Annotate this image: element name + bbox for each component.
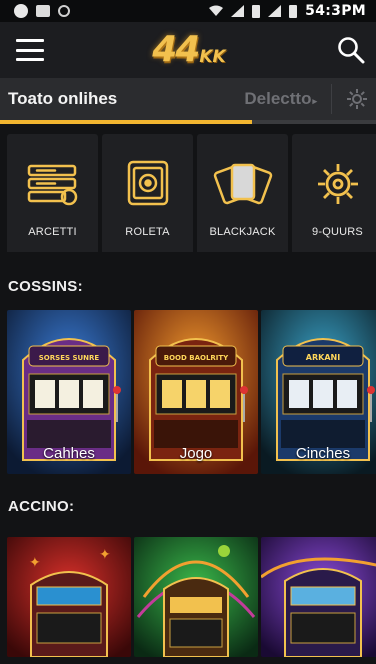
category-label: 9-QUURS bbox=[312, 226, 363, 238]
slot-sign-text: SORSES SUNRE bbox=[39, 354, 100, 362]
chevron-right-icon: ▸ bbox=[312, 96, 317, 106]
section-title-cossins: COSSINS: bbox=[8, 278, 83, 295]
settings-gear-icon[interactable] bbox=[346, 88, 368, 110]
logo-number: 44 bbox=[152, 29, 200, 70]
divider bbox=[331, 84, 332, 114]
game-card[interactable]: ✦ ✦ bbox=[7, 537, 131, 657]
progress-fill bbox=[0, 120, 252, 124]
game-title: Cinches bbox=[295, 445, 351, 462]
filter-bar: Toato onlihes Delectto▸ bbox=[0, 78, 376, 120]
category-select-label: Delectto bbox=[244, 89, 312, 108]
category-label: ROLETA bbox=[125, 226, 170, 238]
game-row: ✦ ✦ bbox=[0, 537, 376, 657]
status-bar: 54:3PM bbox=[0, 0, 376, 22]
page-title: Toato onlihes bbox=[8, 89, 118, 108]
status-time: 54:3PM bbox=[305, 3, 366, 19]
game-card-jogo[interactable]: BOOD BAOLRITY Jogo bbox=[134, 310, 258, 474]
game-card[interactable] bbox=[261, 537, 376, 657]
app-header: 44 KK bbox=[0, 22, 376, 78]
game-card[interactable] bbox=[134, 537, 258, 657]
game-card-cinches[interactable]: ARKANI Cinches bbox=[261, 310, 376, 474]
category-row: ARCETTI ROLETA BLACKJACK 9-QUURS bbox=[0, 124, 376, 252]
roulette-icon bbox=[127, 160, 168, 206]
game-title: Jogo bbox=[179, 445, 213, 462]
svg-text:✦: ✦ bbox=[99, 547, 111, 563]
search-button[interactable] bbox=[334, 33, 368, 67]
search-icon bbox=[338, 37, 365, 64]
slot-sign-text: ARKANI bbox=[306, 353, 340, 362]
sd-card-icon bbox=[252, 4, 261, 18]
sync-notification-icon bbox=[58, 5, 70, 17]
gallery-notification-icon bbox=[36, 5, 50, 17]
gear-icon bbox=[317, 164, 358, 204]
game-title: Cahhes bbox=[43, 445, 95, 462]
signal-bars-icon bbox=[268, 5, 282, 17]
category-label: BLACKJACK bbox=[209, 226, 276, 238]
slot-machine-image: ✦ ✦ bbox=[7, 537, 131, 657]
game-card-cahhes[interactable]: SORSES SUNRE Cahhes bbox=[7, 310, 131, 474]
battery-icon bbox=[289, 4, 298, 18]
category-card-arcetti[interactable]: ARCETTI bbox=[7, 134, 98, 252]
cash-stack-icon bbox=[27, 164, 77, 206]
svg-text:✦: ✦ bbox=[29, 555, 41, 571]
logo-suffix: KK bbox=[199, 47, 226, 67]
category-card-quurs[interactable]: 9-QUURS bbox=[292, 134, 376, 252]
signal-icon bbox=[231, 5, 245, 17]
app-notification-icon bbox=[14, 4, 28, 18]
category-card-blackjack[interactable]: BLACKJACK bbox=[197, 134, 288, 252]
brand-logo[interactable]: 44 KK bbox=[152, 32, 225, 68]
slot-machine-image bbox=[261, 537, 376, 657]
category-label: ARCETTI bbox=[28, 226, 77, 238]
game-row: SORSES SUNRE Cahhes BOOD BAOLRITY Jogo A… bbox=[0, 310, 376, 474]
category-card-roleta[interactable]: ROLETA bbox=[102, 134, 193, 252]
slot-machine-image bbox=[134, 537, 258, 657]
progress-track bbox=[0, 120, 376, 124]
slot-sign-text: BOOD BAOLRITY bbox=[164, 354, 229, 362]
section-title-accino: ACCINO: bbox=[8, 498, 75, 515]
playing-cards-icon bbox=[213, 163, 272, 205]
menu-icon[interactable] bbox=[16, 39, 44, 61]
category-select[interactable]: Delectto▸ bbox=[244, 89, 317, 109]
wifi-icon bbox=[209, 5, 224, 16]
